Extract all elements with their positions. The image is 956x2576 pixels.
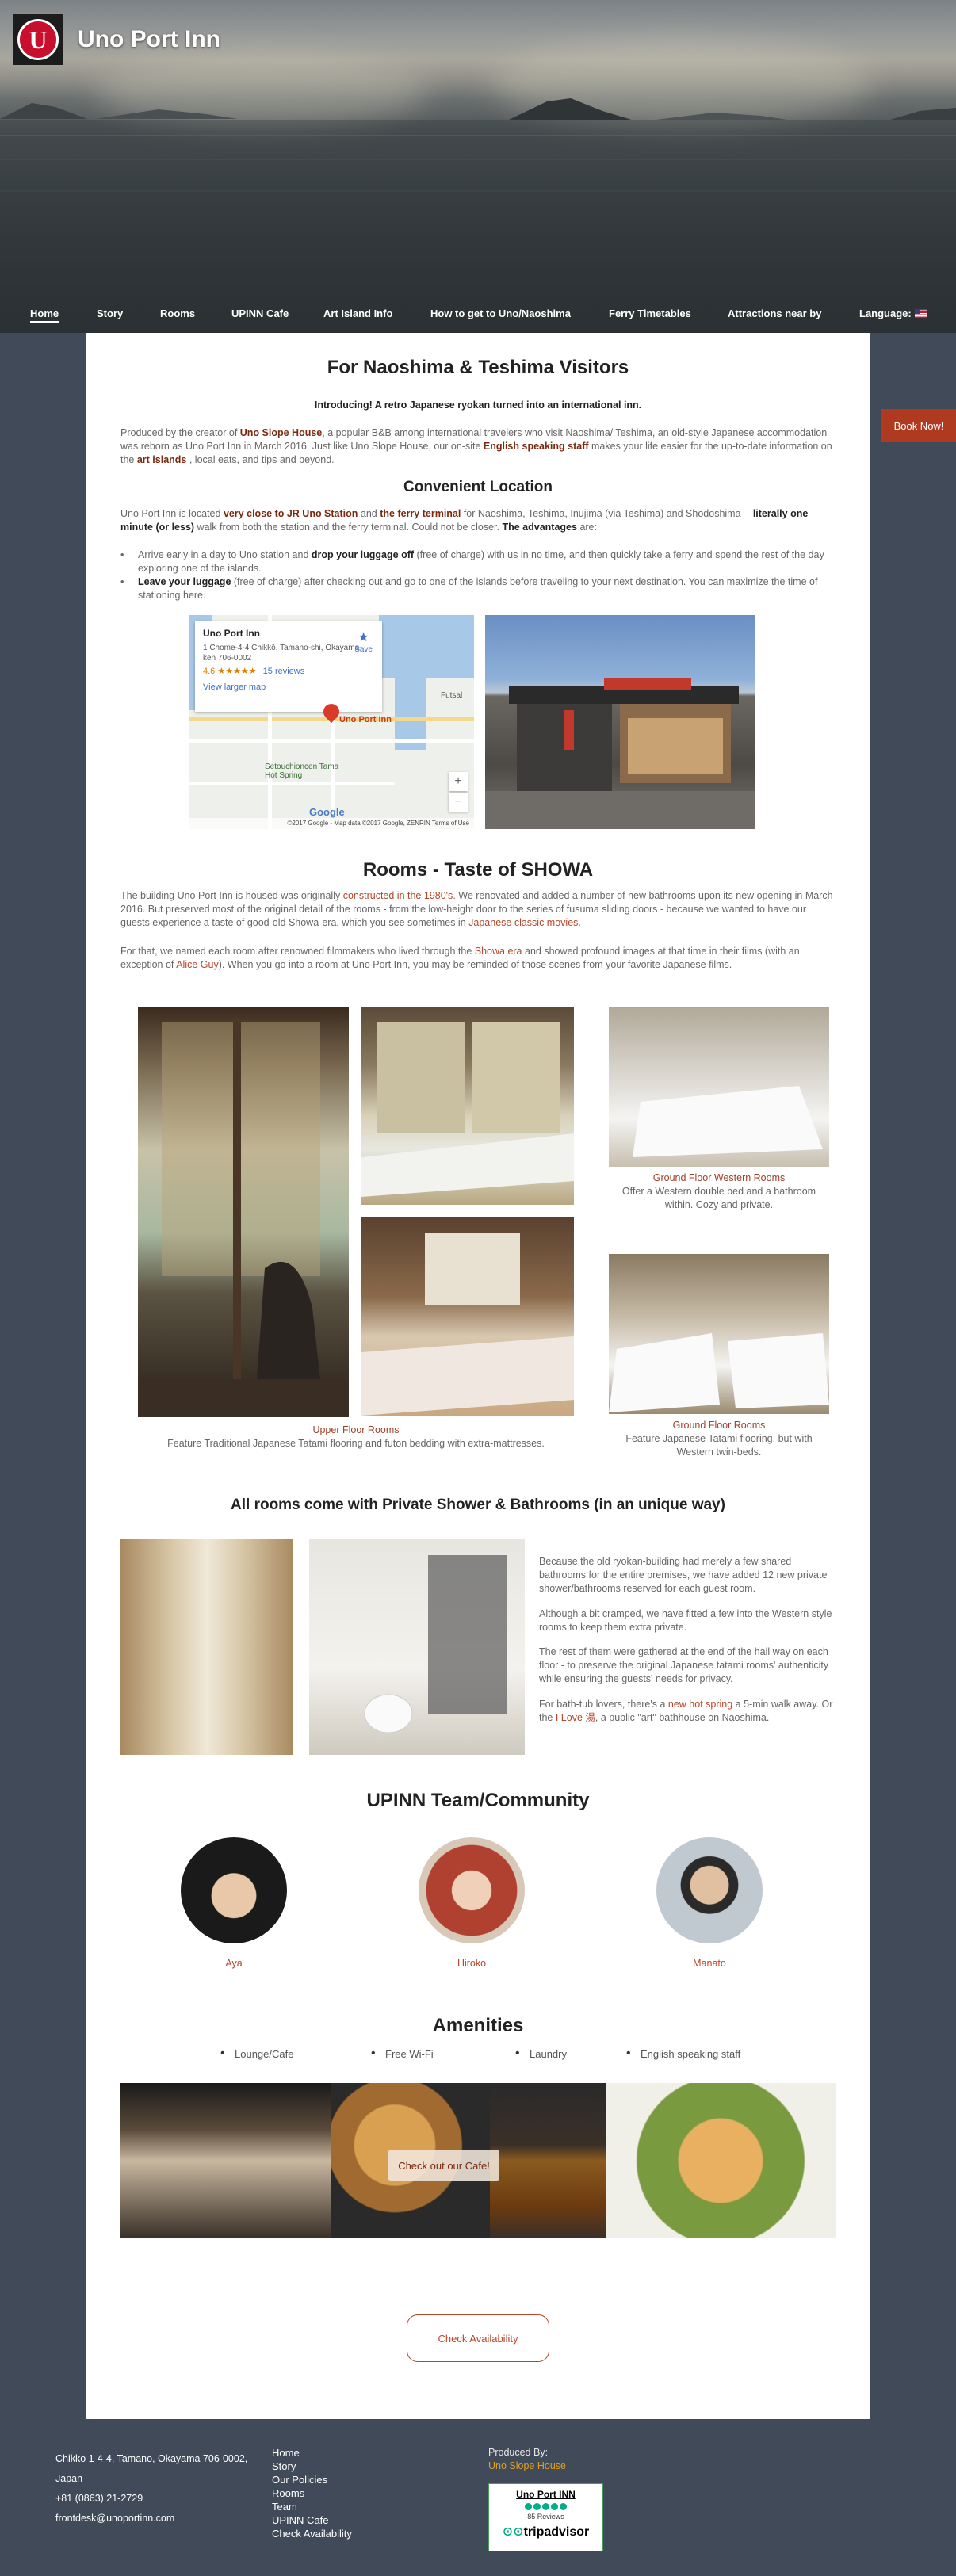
location-paragraph: Uno Port Inn is located very close to JR… <box>120 508 809 533</box>
ground-room-link[interactable]: Ground Floor Rooms <box>609 1419 829 1432</box>
hot-spring-link[interactable]: new hot spring <box>668 1699 732 1710</box>
amenity-wifi: Free Wi-Fi <box>371 2047 434 2061</box>
bath-paragraph-3: The rest of them were gathered at the en… <box>539 1646 829 1684</box>
nav-art-island-info[interactable]: Art Island Info <box>323 308 392 319</box>
intro-paragraph: Produced by the creator of Uno Slope Hou… <box>120 427 832 465</box>
us-flag-icon <box>914 309 927 318</box>
team-title: UPINN Team/Community <box>366 1790 590 1811</box>
main-nav: Home Story Rooms UPINN Cafe Art Island I… <box>0 301 956 330</box>
map-reviews-link[interactable]: 15 reviews <box>263 667 305 676</box>
upper-floor-link[interactable]: Upper Floor Rooms <box>138 1424 574 1437</box>
ground-room-photo <box>609 1254 829 1414</box>
intro-subtitle: Introducing! A retro Japanese ryokan tur… <box>314 399 642 411</box>
intro-title: For Naoshima & Teshima Visitors <box>327 357 629 378</box>
footer-phone[interactable]: +81 (0863) 21-2729 <box>55 2489 247 2509</box>
nav-language[interactable]: Language: <box>859 308 927 319</box>
western-room-link[interactable]: Ground Floor Western Rooms <box>609 1171 829 1185</box>
upper-floor-caption: Upper Floor Rooms Feature Traditional Ja… <box>138 1424 574 1450</box>
nav-upinn-cafe[interactable]: UPINN Cafe <box>231 308 289 319</box>
rooms-paragraph-1: The building Uno Port Inn is housed was … <box>120 890 833 928</box>
nav-ferry-timetables[interactable]: Ferry Timetables <box>609 308 691 319</box>
footer-link-team[interactable]: Team <box>272 2500 352 2513</box>
nav-home[interactable]: Home <box>30 308 59 323</box>
nav-rooms[interactable]: Rooms <box>160 308 195 319</box>
star-icon: ★ <box>358 631 369 644</box>
alice-guy-link[interactable]: Alice Guy <box>176 959 219 970</box>
amenity-english-staff: English speaking staff <box>626 2047 740 2061</box>
uno-slope-house-footer-link[interactable]: Uno Slope House <box>488 2459 566 2473</box>
map-info-card: Uno Port Inn 1 Chome-4-4 Chikkō, Tamano-… <box>195 621 382 712</box>
view-larger-map-link[interactable]: View larger map <box>203 682 374 692</box>
salad-photo <box>606 2083 836 2238</box>
location-bullet-1: • Arrive early in a day to Uno station a… <box>120 549 824 574</box>
western-room-caption: Ground Floor Western Rooms Offer a Weste… <box>609 1171 829 1212</box>
bath-paragraph-1: Because the old ryokan-building had mere… <box>539 1556 828 1594</box>
hero-banner: U Uno Port Inn Home Story Rooms UPINN Ca… <box>0 0 956 333</box>
map-save-button[interactable]: ★ Save <box>354 629 373 654</box>
footer-link-story[interactable]: Story <box>272 2459 352 2473</box>
footer-link-cafe[interactable]: UPINN Cafe <box>272 2513 352 2527</box>
location-bullet-2: • Leave your luggage (free of charge) af… <box>120 576 818 601</box>
rooms-title: Rooms - Taste of SHOWA <box>362 859 594 881</box>
team-member-hiroko: Hiroko <box>457 1958 487 1969</box>
inn-exterior-photo <box>485 615 755 829</box>
location-title: Convenient Location <box>403 479 553 495</box>
rating-bubbles-icon <box>522 2503 570 2511</box>
map-zoom-in-button[interactable]: + <box>449 772 468 791</box>
bath-paragraph-4: For bath-tub lovers, there's a new hot s… <box>539 1699 833 1723</box>
site-title[interactable]: Uno Port Inn <box>78 26 220 53</box>
nav-story[interactable]: Story <box>97 308 123 319</box>
japanese-classic-movies-link[interactable]: Japanese classic movies <box>468 917 578 928</box>
google-map[interactable]: Uno Port Inn 1 Chome-4-4 Chikkō, Tamano-… <box>189 615 474 829</box>
bath-title: All rooms come with Private Shower & Bat… <box>231 1496 725 1513</box>
bathroom-photo <box>309 1539 525 1755</box>
map-zoom-out-button[interactable]: − <box>449 793 468 812</box>
footer-link-rooms[interactable]: Rooms <box>272 2486 352 2500</box>
brand[interactable]: U Uno Port Inn <box>13 14 220 65</box>
nav-attractions[interactable]: Attractions near by <box>728 308 821 319</box>
uno-slope-house-link[interactable]: Uno Slope House <box>240 427 322 438</box>
upper-room-futon-2-photo <box>361 1217 574 1416</box>
bath-paragraph-2: Although a bit cramped, we have fitted a… <box>539 1608 832 1633</box>
check-out-cafe-button[interactable]: Check out our Cafe! <box>388 2150 499 2181</box>
footer-link-policies[interactable]: Our Policies <box>272 2473 352 2486</box>
tripadvisor-badge[interactable]: Uno Port INN 85 Reviews ⊙⊙tripadvisor <box>488 2483 603 2551</box>
amenities-title: Amenities <box>432 2015 524 2036</box>
main-content: For Naoshima & Teshima Visitors Introduc… <box>86 333 870 2419</box>
team-member-manato: Manato <box>693 1958 726 1969</box>
footer-produced-by: Produced By: Uno Slope House <box>488 2447 566 2473</box>
footer-link-home[interactable]: Home <box>272 2446 352 2459</box>
avatar-hiroko <box>419 1837 525 1943</box>
cafe-lounge-photo <box>120 2083 331 2238</box>
rooms-paragraph-2: For that, we named each room after renow… <box>120 946 800 970</box>
footer-email[interactable]: frontdesk@unoportinn.com <box>55 2509 247 2528</box>
constructed-link[interactable]: constructed in the 1980's <box>343 890 453 901</box>
nav-how-to-get[interactable]: How to get to Uno/Naoshima <box>430 308 571 319</box>
footer-contact: Chikko 1-4-4, Tamano, Okayama 706-0002, … <box>55 2449 247 2528</box>
upper-room-futon-photo <box>361 1007 574 1205</box>
check-availability-button[interactable]: Check Availability <box>407 2314 549 2362</box>
western-room-photo <box>609 1007 829 1167</box>
showa-era-link[interactable]: Showa era <box>475 946 522 957</box>
amenity-lounge: Lounge/Cafe <box>220 2047 294 2061</box>
hallway-photo <box>120 1539 293 1755</box>
ground-room-caption: Ground Floor Rooms Feature Japanese Tata… <box>609 1419 829 1459</box>
upper-room-window-photo <box>138 1007 349 1417</box>
team-member-aya: Aya <box>225 1958 243 1969</box>
book-now-button[interactable]: Book Now! <box>881 409 956 442</box>
avatar-manato <box>656 1837 763 1943</box>
footer-link-check-availability[interactable]: Check Availability <box>272 2527 352 2540</box>
art-islands-link[interactable]: art islands <box>137 454 187 465</box>
i-love-yu-link[interactable]: I Love 湯 <box>556 1712 595 1723</box>
avatar-aya <box>181 1837 287 1943</box>
tripadvisor-logo: ⊙⊙tripadvisor <box>502 2525 590 2539</box>
beer-photo <box>490 2083 606 2238</box>
amenity-laundry: Laundry <box>515 2047 567 2061</box>
logo[interactable]: U <box>13 14 63 65</box>
footer: Chikko 1-4-4, Tamano, Okayama 706-0002, … <box>0 2419 956 2576</box>
footer-links: Home Story Our Policies Rooms Team UPINN… <box>272 2446 352 2540</box>
